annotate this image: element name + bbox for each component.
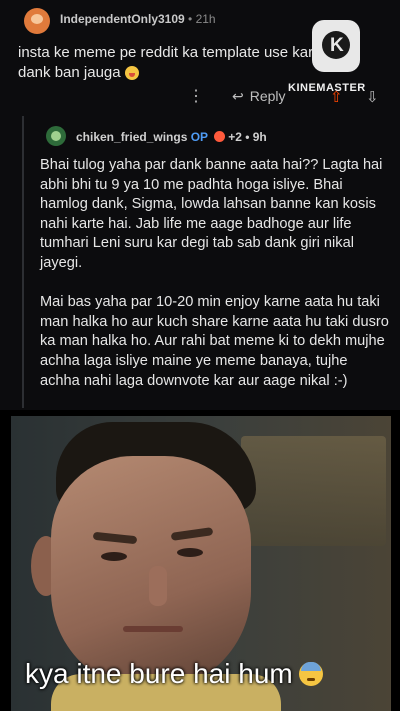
- reply-paragraph-2: Mai bas yaha par 10-20 min enjoy karne a…: [40, 294, 389, 389]
- user-avatar[interactable]: [24, 8, 50, 34]
- downvote-icon[interactable]: ⇩: [366, 88, 379, 106]
- upvote-icon[interactable]: ⇧: [330, 88, 343, 106]
- thread-line[interactable]: [22, 116, 24, 408]
- reply-header: chiken_fried_wings OP +2 • 9h: [76, 130, 267, 144]
- award-icon: [214, 131, 226, 142]
- kinemaster-logo-icon: [312, 20, 360, 72]
- reply-paragraph-1: Bhai tulog yaha par dank banne aata hai?…: [40, 157, 383, 271]
- background-window: [241, 436, 386, 546]
- reply-username[interactable]: chiken_fried_wings: [76, 130, 187, 144]
- tongue-out-emoji-icon: [124, 66, 139, 81]
- separator: •: [241, 130, 253, 144]
- separator: •: [184, 12, 196, 26]
- more-options-icon[interactable]: ⋮: [188, 86, 204, 106]
- meme-caption: kya itne bure hai hum: [25, 658, 323, 690]
- right-eye: [177, 548, 203, 557]
- reply-icon: ↩: [232, 88, 244, 104]
- timestamp: 21h: [195, 12, 216, 26]
- reply-body: Bhai tulog yaha par dank banne aata hai?…: [40, 156, 390, 411]
- left-eye: [101, 552, 127, 561]
- reply-label: Reply: [249, 88, 286, 104]
- meme-image: kya itne bure hai hum: [11, 416, 391, 711]
- op-avatar[interactable]: [46, 126, 66, 146]
- mouth: [123, 626, 183, 632]
- reply-button[interactable]: ↩ Reply: [232, 88, 286, 105]
- sweat-face-emoji-icon: [298, 662, 323, 686]
- caption-text: kya itne bure hai hum: [25, 658, 293, 689]
- watermark-text: KINEMASTER: [288, 82, 366, 94]
- award-count: +2: [228, 130, 242, 144]
- reply-comment: chiken_fried_wings OP +2 • 9h Bhai tulog…: [0, 108, 400, 410]
- comment-header: IndependentOnly3109 • 21h: [60, 12, 216, 26]
- reply-timestamp: 9h: [252, 130, 267, 144]
- username[interactable]: IndependentOnly3109: [60, 12, 185, 26]
- nose: [149, 566, 167, 606]
- parent-comment: IndependentOnly3109 • 21h insta ke meme …: [0, 0, 400, 108]
- comment-body: insta ke meme pe reddit ka template use …: [18, 44, 359, 81]
- op-badge: OP: [190, 130, 208, 144]
